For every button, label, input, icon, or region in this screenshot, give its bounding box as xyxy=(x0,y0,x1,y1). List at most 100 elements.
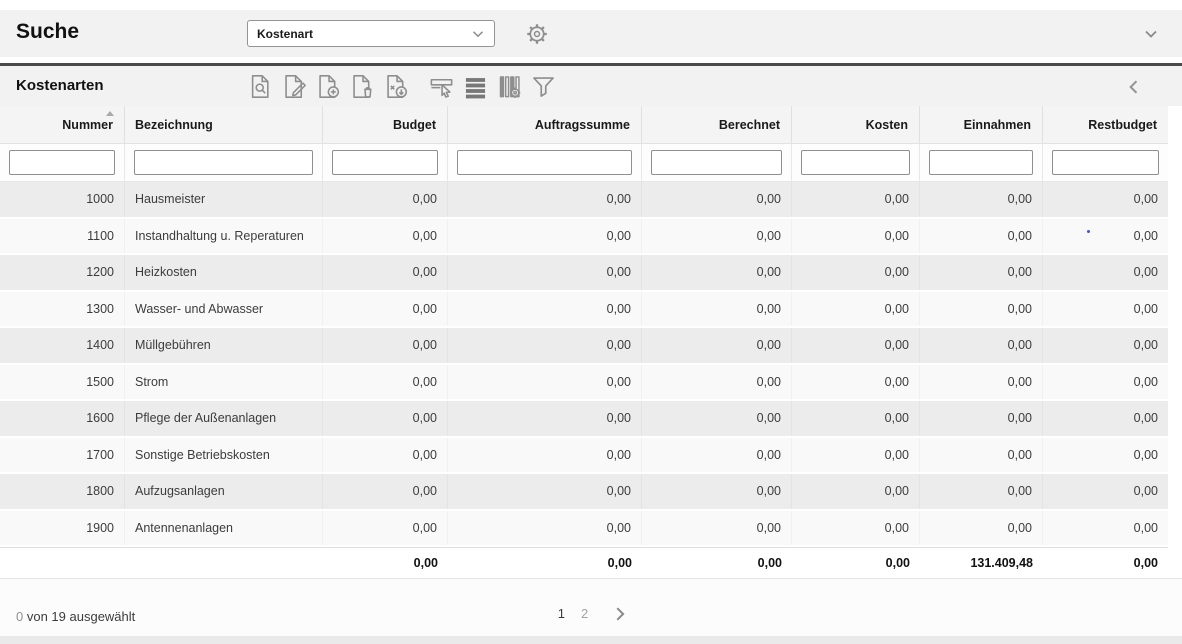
export-document-button[interactable] xyxy=(382,71,412,101)
table-filter-row xyxy=(0,144,1168,182)
entity-dropdown[interactable]: Kostenart xyxy=(247,20,495,47)
cell-berechnet: 0,00 xyxy=(642,292,792,327)
filter-cell xyxy=(792,144,920,181)
cell-nummer: 1900 xyxy=(0,511,125,546)
panel-title: Kostenarten xyxy=(16,77,104,94)
cell-berechnet: 0,00 xyxy=(642,219,792,254)
cell-bezeichnung: Strom xyxy=(125,365,323,400)
column-header-berechnet[interactable]: Berechnet xyxy=(642,106,792,143)
table-totals-row: 0,00 0,00 0,00 0,00 131.409,48 0,00 xyxy=(0,547,1168,578)
table-row[interactable]: 1300 Wasser- und Abwasser 0,00 0,00 0,00… xyxy=(0,292,1168,329)
cell-restbudget: 0,00 xyxy=(1043,292,1168,327)
cell-einnahmen: 0,00 xyxy=(920,328,1043,363)
cell-einnahmen: 0,00 xyxy=(920,219,1043,254)
rows-layout-button[interactable] xyxy=(461,71,491,101)
chevron-right-icon xyxy=(610,604,630,624)
cell-berechnet: 0,00 xyxy=(642,438,792,473)
column-settings-icon xyxy=(496,73,523,100)
next-page-button[interactable] xyxy=(610,603,632,625)
filter-input-berechnet[interactable] xyxy=(651,150,782,175)
cell-auftragssumme: 0,00 xyxy=(448,474,642,509)
filter-input-bezeichnung[interactable] xyxy=(134,150,313,175)
column-header-auftragssumme[interactable]: Auftragssumme xyxy=(448,106,642,143)
cell-einnahmen: 0,00 xyxy=(920,292,1043,327)
filter-button[interactable] xyxy=(529,71,559,101)
cell-einnahmen: 0,00 xyxy=(920,474,1043,509)
cell-bezeichnung: Pflege der Außenanlagen xyxy=(125,401,323,436)
cell-kosten: 0,00 xyxy=(792,328,920,363)
cell-restbudget: 0,00 xyxy=(1043,438,1168,473)
cell-nummer: 1200 xyxy=(0,255,125,290)
column-settings-button[interactable] xyxy=(495,71,525,101)
cell-bezeichnung: Müllgebühren xyxy=(125,328,323,363)
cell-bezeichnung: Aufzugsanlagen xyxy=(125,474,323,509)
filter-input-restbudget[interactable] xyxy=(1052,150,1159,175)
table-row[interactable]: 1900 Antennenanlagen 0,00 0,00 0,00 0,00… xyxy=(0,511,1168,548)
selection-status: 0 von 19 ausgewählt xyxy=(16,609,135,624)
cell-auftragssumme: 0,00 xyxy=(448,255,642,290)
cell-bezeichnung: Sonstige Betriebskosten xyxy=(125,438,323,473)
cell-berechnet: 0,00 xyxy=(642,365,792,400)
filter-cell xyxy=(125,144,323,181)
cell-restbudget: 0,00 xyxy=(1043,365,1168,400)
cell-budget: 0,00 xyxy=(323,474,448,509)
entity-dropdown-value: Kostenart xyxy=(248,27,469,41)
cell-bezeichnung: Wasser- und Abwasser xyxy=(125,292,323,327)
column-header-nummer[interactable]: Nummer xyxy=(0,106,125,143)
add-document-button[interactable] xyxy=(314,71,344,101)
column-header-kosten[interactable]: Kosten xyxy=(792,106,920,143)
filter-input-auftragssumme[interactable] xyxy=(457,150,632,175)
filter-cell xyxy=(1043,144,1168,181)
table-row[interactable]: 1800 Aufzugsanlagen 0,00 0,00 0,00 0,00 … xyxy=(0,474,1168,511)
table-row[interactable]: 1100 Instandhaltung u. Reperaturen 0,00 … xyxy=(0,219,1168,256)
cell-bezeichnung: Instandhaltung u. Reperaturen xyxy=(125,219,323,254)
preview-document-button[interactable] xyxy=(246,71,276,101)
kostenarten-table: Nummer Bezeichnung Budget Auftragssumme … xyxy=(0,106,1168,578)
cell-restbudget: 0,00 xyxy=(1043,255,1168,290)
top-margin xyxy=(0,0,1182,10)
cell-auftragssumme: 0,00 xyxy=(448,511,642,546)
filter-cell xyxy=(323,144,448,181)
column-header-bezeichnung[interactable]: Bezeichnung xyxy=(125,106,323,143)
search-settings-button[interactable] xyxy=(524,20,552,48)
filter-cell xyxy=(642,144,792,181)
search-collapse-button[interactable] xyxy=(1140,23,1164,45)
cell-budget: 0,00 xyxy=(323,511,448,546)
delete-document-button[interactable] xyxy=(348,71,378,101)
page-button-1[interactable]: 1 xyxy=(550,602,573,625)
page-button-2[interactable]: 2 xyxy=(573,602,596,625)
table-row[interactable]: 1700 Sonstige Betriebskosten 0,00 0,00 0… xyxy=(0,438,1168,475)
cell-restbudget: 0,00 xyxy=(1043,182,1168,217)
table-row[interactable]: 1200 Heizkosten 0,00 0,00 0,00 0,00 0,00… xyxy=(0,255,1168,292)
filter-cell xyxy=(920,144,1043,181)
cell-auftragssumme: 0,00 xyxy=(448,219,642,254)
cell-kosten: 0,00 xyxy=(792,255,920,290)
column-header-einnahmen[interactable]: Einnahmen xyxy=(920,106,1043,143)
filter-input-kosten[interactable] xyxy=(801,150,910,175)
document-preview-icon xyxy=(247,73,274,100)
filter-input-nummer[interactable] xyxy=(9,150,115,175)
table-row[interactable]: 1600 Pflege der Außenanlagen 0,00 0,00 0… xyxy=(0,401,1168,438)
edit-document-button[interactable] xyxy=(280,71,310,101)
document-delete-icon xyxy=(349,73,376,100)
cell-berechnet: 0,00 xyxy=(642,182,792,217)
table-row[interactable]: 1500 Strom 0,00 0,00 0,00 0,00 0,00 0,00 xyxy=(0,365,1168,402)
bottom-strip xyxy=(0,636,1182,644)
column-header-budget[interactable]: Budget xyxy=(323,106,448,143)
select-rows-button[interactable] xyxy=(427,71,457,101)
cell-budget: 0,00 xyxy=(323,255,448,290)
table-footer: 0 von 19 ausgewählt 1 2 xyxy=(0,578,1182,636)
search-panel-header: Suche Kostenart xyxy=(0,10,1182,57)
cell-budget: 0,00 xyxy=(323,292,448,327)
cell-nummer: 1500 xyxy=(0,365,125,400)
cell-bezeichnung: Antennenanlagen xyxy=(125,511,323,546)
panel-collapse-button[interactable] xyxy=(1124,76,1146,98)
search-title: Suche xyxy=(16,20,79,44)
total-auftragssumme: 0,00 xyxy=(448,548,642,578)
cell-kosten: 0,00 xyxy=(792,511,920,546)
filter-input-einnahmen[interactable] xyxy=(929,150,1033,175)
column-header-restbudget[interactable]: Restbudget xyxy=(1043,106,1168,143)
table-row[interactable]: 1000 Hausmeister 0,00 0,00 0,00 0,00 0,0… xyxy=(0,182,1168,219)
filter-input-budget[interactable] xyxy=(332,150,438,175)
table-row[interactable]: 1400 Müllgebühren 0,00 0,00 0,00 0,00 0,… xyxy=(0,328,1168,365)
